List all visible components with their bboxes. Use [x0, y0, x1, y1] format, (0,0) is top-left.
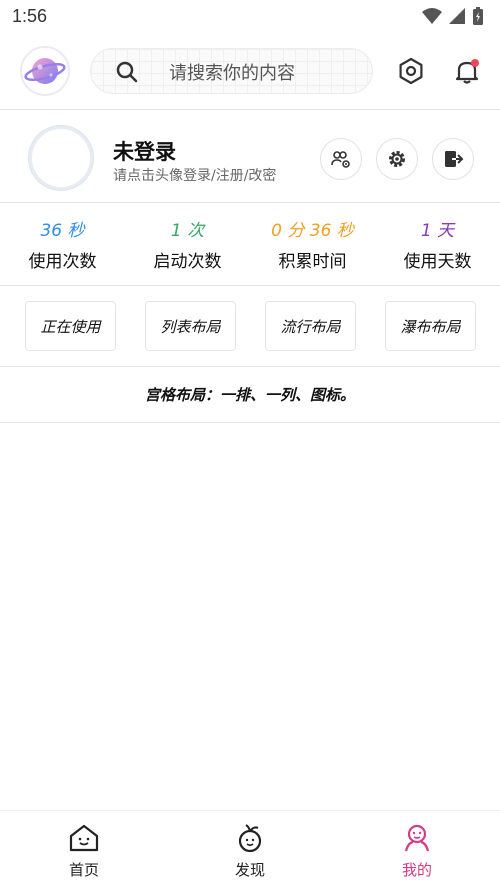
avatar[interactable] [29, 126, 93, 190]
grid-layout-note[interactable]: 宫格布局：一排、一列、图标。 [0, 368, 500, 422]
planet-logo-icon [24, 58, 66, 84]
top-header: 请搜索你的内容 [0, 36, 500, 108]
profile-section: 未登录 请点击头像登录/注册/改密 [0, 114, 500, 204]
bottom-nav: 首页 发现 我的 [0, 810, 500, 889]
layout-waterfall-button[interactable]: 瀑布布局 [385, 301, 476, 351]
stat-value: 36 秒 [40, 221, 85, 241]
login-hint: 请点击头像登录/注册/改密 [113, 168, 277, 184]
logout-icon [445, 151, 464, 167]
home-icon [69, 824, 99, 852]
hexagon-gear-icon [399, 57, 423, 85]
layout-in-use-button[interactable]: 正在使用 [25, 301, 116, 351]
nav-me[interactable]: 我的 [367, 823, 467, 880]
header-divider [0, 109, 500, 110]
stat-total-time: 0 分 36 秒 积累时间 [250, 216, 375, 272]
stat-label: 使用天数 [403, 252, 472, 272]
wifi-icon [422, 8, 442, 24]
status-icons [422, 6, 484, 26]
nav-home-label: 首页 [68, 861, 99, 879]
grid-divider [0, 422, 500, 423]
stat-usage-count: 36 秒 使用次数 [0, 216, 125, 272]
layout-divider [0, 366, 500, 367]
nav-me-label: 我的 [401, 861, 432, 879]
settings-button[interactable] [376, 138, 418, 180]
search-bar[interactable]: 请搜索你的内容 [90, 48, 373, 94]
stat-usage-days: 1 天 使用天数 [375, 216, 500, 272]
layout-list-button[interactable]: 列表布局 [145, 301, 236, 351]
nav-home[interactable]: 首页 [34, 823, 134, 880]
stat-label: 启动次数 [153, 252, 222, 272]
user-name: 未登录 [113, 140, 176, 164]
logout-button[interactable] [432, 138, 474, 180]
stat-value: 1 天 [420, 221, 455, 241]
signal-icon [449, 8, 465, 24]
layout-popular-button[interactable]: 流行布局 [265, 301, 356, 351]
stat-value: 0 分 36 秒 [271, 221, 354, 241]
notification-dot [471, 59, 479, 67]
app-logo[interactable] [20, 46, 70, 96]
battery-icon [473, 7, 483, 25]
profile-divider [0, 202, 500, 203]
stat-value: 1 次 [170, 221, 205, 241]
notification-button[interactable] [452, 56, 482, 86]
stat-launch-count: 1 次 启动次数 [125, 216, 250, 272]
nav-discover[interactable]: 发现 [200, 823, 300, 880]
status-bar: 1:56 [0, 0, 500, 32]
stat-label: 使用次数 [28, 252, 97, 272]
layout-options: 正在使用 列表布局 流行布局 瀑布布局 [0, 286, 500, 366]
status-time: 1:56 [12, 6, 48, 26]
peach-icon [238, 824, 262, 853]
nav-discover-label: 发现 [234, 861, 265, 879]
search-icon [116, 61, 138, 83]
stat-label: 积累时间 [278, 252, 347, 272]
usage-stats: 36 秒 使用次数 1 次 启动次数 0 分 36 秒 积累时间 1 天 使用天… [0, 206, 500, 284]
profile-icon [404, 824, 430, 852]
users-gear-icon [331, 151, 350, 168]
search-placeholder: 请搜索你的内容 [169, 63, 295, 84]
hexagon-settings-button[interactable] [396, 56, 426, 86]
gear-icon [389, 151, 405, 167]
bell-icon [455, 59, 479, 84]
user-group-settings-button[interactable] [320, 138, 362, 180]
